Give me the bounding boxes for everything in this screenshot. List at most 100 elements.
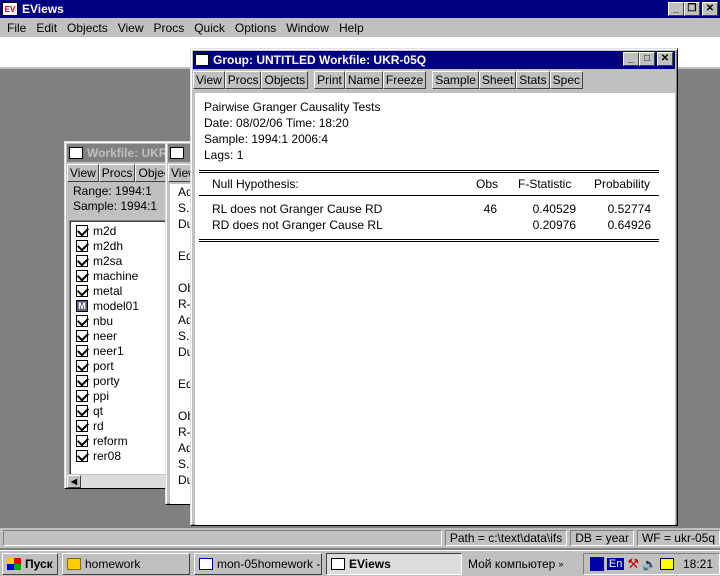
object-name: neer1 xyxy=(93,343,124,358)
language-indicator[interactable]: En xyxy=(606,557,625,570)
task-eviews[interactable]: EViews xyxy=(326,552,462,575)
workfile-object-ppi[interactable]: ppi xyxy=(70,388,168,403)
group-maximize-button[interactable]: □ xyxy=(639,52,655,66)
group-window: Group: UNTITLED Workfile: UKR-05Q _ □ ✕ … xyxy=(190,48,678,526)
group-toolbar: View Procs Objects Print Name Freeze Sample She… xyxy=(193,71,675,89)
workfile-object-m2dh[interactable]: m2dh xyxy=(70,238,168,253)
object-name: rd xyxy=(93,418,104,433)
menu-window[interactable]: Window xyxy=(281,21,334,35)
group-minimize-button[interactable]: _ xyxy=(623,52,639,66)
minimize-button[interactable]: _ xyxy=(668,2,684,16)
speaker-icon[interactable]: 🔈 xyxy=(642,557,657,571)
window-icon xyxy=(170,147,184,159)
tray-tool-icon[interactable]: ⚒ xyxy=(627,556,639,572)
object-name: qt xyxy=(93,403,104,418)
wf-procs-button[interactable]: Procs xyxy=(98,164,136,182)
group-sheet-button[interactable]: Sheet xyxy=(478,71,517,89)
series-icon xyxy=(76,329,88,342)
workfile-object-m2d[interactable]: m2d xyxy=(70,223,168,238)
cell-obs: 46 xyxy=(483,202,497,216)
windows-logo-icon xyxy=(7,557,21,570)
workfile-title-bar[interactable]: Workfile: UKR-05Q xyxy=(67,144,169,162)
granger-output[interactable]: Pairwise Granger Causality Tests Date: 0… xyxy=(195,93,675,525)
range-value: 1994:1 xyxy=(115,184,152,198)
cell-f-statistic: 0.40529 xyxy=(532,202,576,216)
workfile-object-porty[interactable]: porty xyxy=(70,373,168,388)
group-spec-button[interactable]: Spec xyxy=(549,71,583,89)
workfile-object-neer1[interactable]: neer1 xyxy=(70,343,168,358)
object-name: neer xyxy=(93,328,118,343)
group-close-button[interactable]: ✕ xyxy=(657,52,673,66)
col-obs: Obs xyxy=(476,177,499,191)
series-icon xyxy=(76,239,88,252)
series-icon xyxy=(76,224,88,237)
task-homework[interactable]: homework xyxy=(62,552,190,575)
object-name: m2sa xyxy=(93,253,123,268)
col-null-hypothesis: Null Hypothesis: xyxy=(212,177,299,191)
output-lags: Lags: 1 xyxy=(204,148,244,162)
menu-objects[interactable]: Objects xyxy=(62,21,113,35)
workfile-object-qt[interactable]: qt xyxy=(70,403,168,418)
menu-view[interactable]: View xyxy=(113,21,149,35)
object-name: m2d xyxy=(93,223,117,238)
menu-help[interactable]: Help xyxy=(334,21,369,35)
close-button[interactable]: ✕ xyxy=(702,2,718,16)
workfile-object-port[interactable]: port xyxy=(70,358,168,373)
series-icon xyxy=(76,449,88,462)
chevron-icon: » xyxy=(558,558,564,569)
table-header: Null Hypothesis: Obs F-Statistic Probabi… xyxy=(195,173,675,195)
scroll-left-arrow-icon[interactable]: ◀ xyxy=(67,475,81,488)
group-procs-button[interactable]: Procs xyxy=(224,71,262,89)
menu-file[interactable]: File xyxy=(2,21,31,35)
output-date: Date: 08/02/06 Time: 18:20 xyxy=(204,116,349,130)
menu-bar: File Edit Objects View Procs Quick Optio… xyxy=(0,18,720,37)
workfile-object-nbu[interactable]: nbu xyxy=(70,313,168,328)
window-icon xyxy=(195,54,209,66)
group-sample-button[interactable]: Sample xyxy=(432,71,479,89)
workfile-object-list[interactable]: m2d m2dh m2sa machine metal Mmodel01 nbu neer ne… xyxy=(69,220,169,476)
object-name: model01 xyxy=(93,298,140,313)
object-name: nbu xyxy=(93,313,114,328)
workfile-object-machine[interactable]: machine xyxy=(70,268,168,283)
clock: 18:21 xyxy=(682,556,713,571)
my-computer-toolbar[interactable]: Мой компьютер » xyxy=(466,553,565,575)
workfile-object-m2sa[interactable]: m2sa xyxy=(70,253,168,268)
restore-button[interactable]: ❐ xyxy=(684,2,700,16)
tray-monitor-icon[interactable] xyxy=(659,557,674,570)
group-view-button[interactable]: View xyxy=(193,71,225,89)
wf-view-button[interactable]: View xyxy=(67,164,99,182)
output-sample: Sample: 1994:1 2006:4 xyxy=(204,132,329,146)
eviews-icon xyxy=(331,557,345,570)
app-title-bar: EV EViews _ ❐ ✕ xyxy=(0,0,720,18)
menu-options[interactable]: Options xyxy=(230,21,281,35)
workfile-object-model01[interactable]: Mmodel01 xyxy=(70,298,168,313)
menu-quick[interactable]: Quick xyxy=(189,21,230,35)
group-freeze-button[interactable]: Freeze xyxy=(382,71,427,89)
model-icon: M xyxy=(76,299,88,312)
cell-probability: 0.52774 xyxy=(607,202,651,216)
tray-app-icon[interactable] xyxy=(589,556,604,571)
menu-edit[interactable]: Edit xyxy=(31,21,62,35)
workfile-object-reform[interactable]: reform xyxy=(70,433,168,448)
group-stats-button[interactable]: Stats xyxy=(516,71,550,89)
start-button[interactable]: Пуск xyxy=(2,552,58,575)
group-title-bar[interactable]: Group: UNTITLED Workfile: UKR-05Q _ □ ✕ xyxy=(193,51,675,69)
task-word-document[interactable]: mon-05homework - ... xyxy=(194,552,322,575)
cell-hypothesis: RD does not Granger Cause RL xyxy=(212,218,383,232)
workfile-object-metal[interactable]: metal xyxy=(70,283,168,298)
horizontal-scrollbar[interactable]: ◀ xyxy=(67,474,167,488)
group-name-button[interactable]: Name xyxy=(344,71,383,89)
workfile-object-rer08[interactable]: rer08 xyxy=(70,448,168,463)
status-message xyxy=(3,530,442,546)
workfile-range-info: Range: 1994:1 Sample: 1994:1 xyxy=(69,184,165,216)
workfile-object-rd[interactable]: rd xyxy=(70,418,168,433)
task-label: EViews xyxy=(349,556,391,571)
group-objects-button[interactable]: Objects xyxy=(261,71,309,89)
workfile-object-neer[interactable]: neer xyxy=(70,328,168,343)
object-name: machine xyxy=(93,268,139,283)
system-tray: En ⚒ 🔈 18:21 xyxy=(582,552,720,575)
window-icon xyxy=(69,147,83,159)
menu-procs[interactable]: Procs xyxy=(149,21,190,35)
eviews-app-icon[interactable]: EV xyxy=(2,2,18,16)
group-print-button[interactable]: Print xyxy=(314,71,345,89)
